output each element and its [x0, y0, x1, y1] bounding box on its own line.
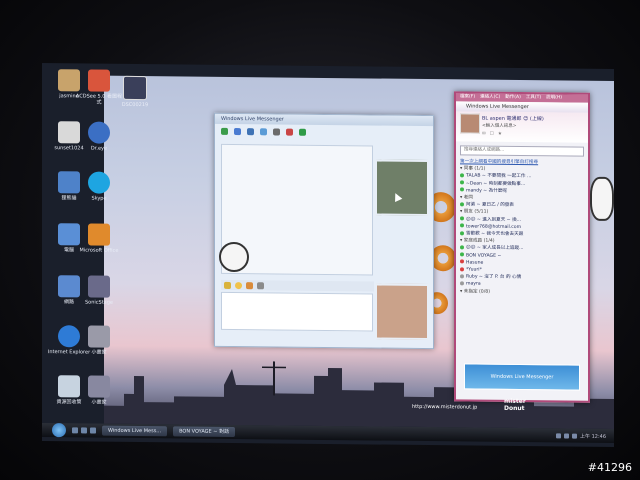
- activities-icon[interactable]: [273, 127, 280, 135]
- desktop-icon-photo[interactable]: DSC00219: [110, 75, 160, 109]
- office-icon: [88, 223, 110, 246]
- profile-name[interactable]: BL aspen 電通郎 😊 (上線): [482, 115, 544, 123]
- contact-list: 第一次上網看中國的搜尋引擎自訂搜尋 ▾ 同事 (1/1) TALAB ~ 不要問…: [456, 157, 588, 297]
- network-tray-icon[interactable]: [556, 432, 561, 438]
- sonicstage-icon: [88, 275, 110, 298]
- desktop-icon-sonicstage[interactable]: SonicStage: [74, 275, 124, 306]
- my-display-picture[interactable]: [375, 283, 429, 341]
- menu-contacts[interactable]: 連絡人(C): [480, 94, 500, 102]
- paint-icon: [88, 325, 110, 348]
- conversation-toolbar: [215, 124, 433, 140]
- share-files-icon[interactable]: [234, 127, 241, 135]
- spaces-icon[interactable]: ☐: [490, 132, 494, 137]
- contact-search-input[interactable]: 搜尋連絡人或網路...: [460, 145, 584, 157]
- mail-icon[interactable]: ✉: [482, 132, 486, 137]
- messenger-tray-icon[interactable]: [572, 433, 577, 439]
- online-status-icon: [460, 216, 464, 221]
- mister-donut-logo: mister Donut: [504, 397, 526, 413]
- messenger-ad-banner[interactable]: Windows Live Messenger: [464, 363, 580, 391]
- wink-icon[interactable]: [246, 281, 253, 289]
- desktop-icon-paint[interactable]: 小畫家: [74, 325, 124, 356]
- taskbar-item-messenger[interactable]: Windows Live Mess...: [102, 425, 168, 437]
- switch-windows-icon[interactable]: [81, 427, 87, 434]
- formatting-bar: [221, 279, 374, 292]
- online-status-icon: [460, 180, 464, 185]
- desktop-icon-dreye[interactable]: Dr.eye: [74, 121, 124, 152]
- volume-icon[interactable]: [564, 432, 569, 439]
- start-button[interactable]: [52, 423, 66, 438]
- block-icon[interactable]: [299, 128, 306, 136]
- ie-quicklaunch-icon[interactable]: [90, 427, 96, 434]
- invite-icon[interactable]: [221, 127, 228, 135]
- personal-message[interactable]: <輸入個人訊息>: [482, 123, 517, 129]
- video-call-icon[interactable]: [247, 127, 254, 135]
- news-icon[interactable]: ★: [498, 132, 502, 137]
- online-status-icon: [460, 223, 464, 228]
- online-status-icon: [460, 202, 464, 207]
- emoticon-icon[interactable]: [235, 281, 242, 289]
- menu-help[interactable]: 說明(H): [546, 94, 562, 102]
- offline-status-icon: [460, 281, 464, 286]
- games-icon[interactable]: [286, 128, 293, 136]
- nudge-icon[interactable]: [257, 281, 264, 289]
- online-status-icon: [460, 245, 464, 250]
- desktop-icon-skype[interactable]: Skype: [74, 171, 124, 202]
- online-status-icon: [460, 187, 464, 192]
- taskbar-item-conversation[interactable]: BON VOYAGE ~ 對話: [173, 426, 236, 438]
- message-input[interactable]: [221, 291, 373, 332]
- acdsee-icon: [88, 69, 110, 92]
- skype-icon: [88, 171, 110, 194]
- clock-decoration: [219, 241, 249, 273]
- image-watermark: #41296: [587, 461, 632, 474]
- menu-file[interactable]: 檔案(F): [460, 93, 475, 101]
- taskbar-clock[interactable]: 上午 12:46: [580, 432, 606, 439]
- group-header[interactable]: ▾ 未指定 (0/8): [460, 288, 584, 297]
- menu-tools[interactable]: 工具(T): [526, 94, 541, 102]
- busy-status-icon: [460, 266, 464, 271]
- avatar[interactable]: [460, 113, 480, 134]
- desktop-screen: jasmine ACDSee 5.0 看圖程式 DSC00219 sunset1…: [42, 63, 614, 447]
- call-icon[interactable]: [260, 127, 267, 135]
- system-tray: 上午 12:46: [556, 432, 606, 439]
- online-status-icon: [460, 252, 464, 257]
- online-status-icon: [460, 173, 464, 178]
- desktop-clock-gadget: [590, 176, 614, 221]
- profile-toolbar: ✉ ☐ ★: [482, 132, 502, 137]
- offline-status-icon: [460, 274, 464, 279]
- show-desktop-icon[interactable]: [72, 427, 78, 434]
- wallpaper-url: http://www.misterdonut.jp: [412, 403, 478, 411]
- online-status-icon: [460, 230, 464, 235]
- menu-actions[interactable]: 動作(A): [505, 94, 521, 102]
- photo-icon: [123, 75, 147, 101]
- profile-area: BL aspen 電通郎 😊 (上線) <輸入個人訊息> ✉ ☐ ★: [456, 111, 588, 143]
- messenger-contact-list[interactable]: 檔案(F) 連絡人(C) 動作(A) 工具(T) 說明(H) Windows L…: [454, 91, 590, 403]
- paint-icon: [88, 375, 110, 398]
- font-icon[interactable]: [224, 281, 231, 289]
- dreye-icon: [88, 121, 110, 144]
- busy-status-icon: [460, 259, 464, 264]
- contact-display-picture[interactable]: [375, 159, 429, 217]
- quick-launch: [72, 427, 96, 434]
- desktop-icon-paint-2[interactable]: 小畫家: [74, 375, 124, 406]
- desktop-icon-office[interactable]: Microsoft Office: [74, 223, 124, 254]
- conversation-window[interactable]: Windows Live Messenger: [214, 112, 434, 350]
